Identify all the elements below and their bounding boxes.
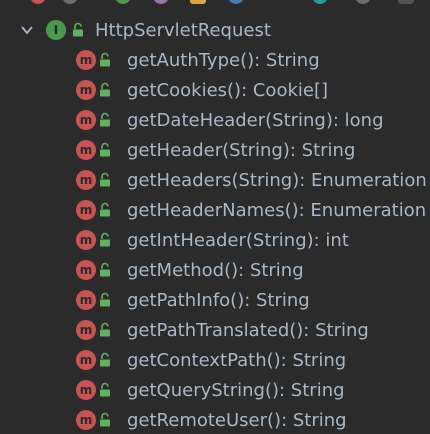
toolbar <box>0 0 430 6</box>
method-label: getIntHeader(String): int <box>127 229 349 251</box>
method-label: getPathTranslated(): String <box>127 319 369 341</box>
toolbar-icon-gray-2[interactable] <box>355 0 371 4</box>
method-label: getQueryString(): String <box>127 379 345 401</box>
method-icon: m <box>76 350 96 370</box>
method-row[interactable]: m getHeader(String): String <box>0 135 430 165</box>
method-label: getHeaderNames(): Enumeration <box>127 199 427 221</box>
method-row[interactable]: m getDateHeader(String): long <box>0 105 430 135</box>
lock-open-icon <box>100 142 110 157</box>
interface-icon: I <box>46 20 66 40</box>
method-row[interactable]: m getHeaderNames(): Enumeration <box>0 195 430 225</box>
method-icon: m <box>76 140 96 160</box>
method-icon: m <box>76 110 96 130</box>
method-row[interactable]: m getContextPath(): String <box>0 345 430 375</box>
method-row[interactable]: m getAuthType(): String <box>0 45 430 75</box>
lock-open-icon <box>100 292 110 307</box>
method-row[interactable]: m getMethod(): String <box>0 255 430 285</box>
toolbar-icon-blue[interactable] <box>228 0 244 4</box>
lock-open-icon <box>100 172 110 187</box>
member-tree: I HttpServletRequest m getAuthType(): Str… <box>0 15 430 434</box>
method-icon: m <box>76 170 96 190</box>
toolbar-icon-settings[interactable] <box>398 0 414 4</box>
method-icon: m <box>76 50 96 70</box>
lock-open-icon <box>100 322 110 337</box>
lock-open-icon <box>100 412 110 427</box>
toolbar-icon-orange[interactable] <box>190 0 206 4</box>
method-row[interactable]: m getQueryString(): String <box>0 375 430 405</box>
toolbar-icon-teal[interactable] <box>312 0 328 4</box>
method-icon: m <box>76 290 96 310</box>
chevron-down-icon[interactable] <box>20 23 34 37</box>
toolbar-icon-purple[interactable] <box>153 0 169 4</box>
method-label: getAuthType(): String <box>127 49 320 71</box>
method-row[interactable]: m getCookies(): Cookie[] <box>0 75 430 105</box>
lock-open-icon <box>100 52 110 67</box>
lock-open-icon <box>100 262 110 277</box>
tree-root-row[interactable]: I HttpServletRequest <box>0 15 430 45</box>
method-label: getHeaders(String): Enumeration <box>127 169 427 191</box>
method-icon: m <box>76 380 96 400</box>
method-icon: m <box>76 320 96 340</box>
method-label: getPathInfo(): String <box>127 289 310 311</box>
method-label: getHeader(String): String <box>127 139 356 161</box>
method-row[interactable]: m getPathInfo(): String <box>0 285 430 315</box>
method-row[interactable]: m getHeaders(String): Enumeration <box>0 165 430 195</box>
method-icon: m <box>76 200 96 220</box>
tree-root-label: HttpServletRequest <box>95 19 271 41</box>
member-list: m getAuthType(): String m getCookies(): Coo… <box>0 45 430 434</box>
method-row[interactable]: m getIntHeader(String): int <box>0 225 430 255</box>
lock-open-icon <box>100 382 110 397</box>
method-label: getRemoteUser(): String <box>127 409 347 431</box>
toolbar-icon-red[interactable] <box>30 0 46 4</box>
method-icon: m <box>76 230 96 250</box>
method-icon: m <box>76 410 96 430</box>
method-icon: m <box>76 80 96 100</box>
lock-open-icon <box>100 232 110 247</box>
method-label: getCookies(): Cookie[] <box>127 79 328 101</box>
toolbar-icon-gray[interactable] <box>62 0 78 4</box>
structure-panel: I HttpServletRequest m getAuthType(): Str… <box>0 0 430 434</box>
method-label: getDateHeader(String): long <box>127 109 384 131</box>
method-label: getMethod(): String <box>127 259 304 281</box>
toolbar-icon-green[interactable] <box>115 0 131 4</box>
lock-open-icon <box>100 82 110 97</box>
method-row[interactable]: m getRemoteUser(): String <box>0 405 430 434</box>
lock-open-icon <box>100 202 110 217</box>
method-icon: m <box>76 260 96 280</box>
lock-open-icon <box>100 352 110 367</box>
lock-open-icon <box>73 22 83 37</box>
method-label: getContextPath(): String <box>127 349 347 371</box>
method-row[interactable]: m getPathTranslated(): String <box>0 315 430 345</box>
lock-open-icon <box>100 112 110 127</box>
